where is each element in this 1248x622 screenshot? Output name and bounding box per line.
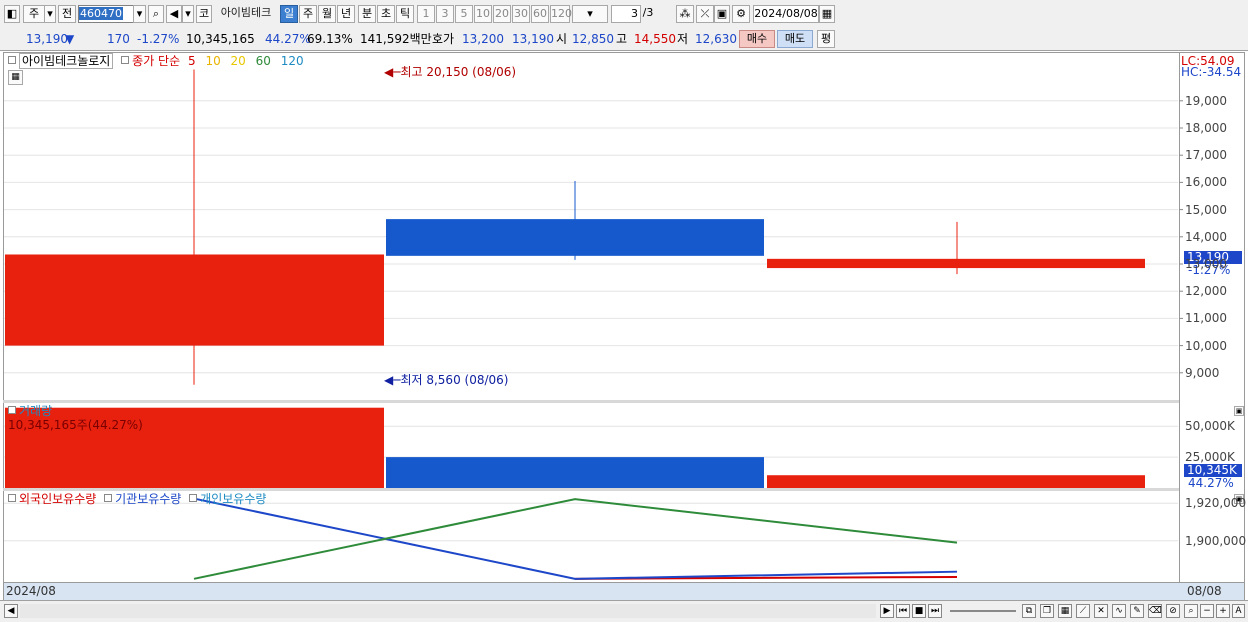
ma-period-20: 20 xyxy=(230,54,246,68)
grid-icon[interactable]: ▦ xyxy=(1058,604,1072,618)
pane-marker-icon[interactable] xyxy=(8,406,16,414)
candle-body xyxy=(5,254,384,346)
volume-value: 10,345,165주(44.27%) xyxy=(8,418,143,432)
candle-body xyxy=(386,219,764,256)
ma-label[interactable]: 종가 단순 xyxy=(132,54,180,68)
zoom-slider[interactable] xyxy=(950,610,1016,612)
scroll-right-icon[interactable]: ▶ xyxy=(880,604,894,618)
pane-marker-icon[interactable] xyxy=(104,494,113,502)
price-tick-label: 9,000 xyxy=(1185,365,1220,380)
price-tick-label: 15,000 xyxy=(1185,202,1227,217)
legend-foreign[interactable]: 외국인보유수량 xyxy=(19,492,96,506)
holdings-tick-label: 1,900,000 xyxy=(1185,533,1247,548)
volume-bar xyxy=(767,475,1145,488)
price-tick-label: 12,000 xyxy=(1185,284,1227,299)
copy-icon[interactable]: ⧉ xyxy=(1022,604,1036,618)
legend-institution[interactable]: 기관보유수량 xyxy=(115,492,181,506)
volume-tick-label: 25,000K xyxy=(1185,450,1235,465)
x-axis-left-label: 2024/08 xyxy=(6,584,56,598)
stop-icon[interactable]: ■ xyxy=(912,604,926,618)
price-tick-label: 16,000 xyxy=(1185,175,1227,190)
trendline-icon[interactable]: ⟋ xyxy=(1076,604,1090,618)
maximize-pane-icon[interactable]: ▣ xyxy=(1234,406,1244,416)
price-tick-label: 17,000 xyxy=(1185,148,1227,163)
holdings-tick-label: 1,920,000 xyxy=(1185,496,1247,511)
scroll-left-icon[interactable]: ◀ xyxy=(4,604,18,618)
price-tick-label: 11,000 xyxy=(1185,311,1227,326)
holdings-pane-legend: 외국인보유수량 기관보유수량 개인보유수량 xyxy=(8,492,266,506)
x-axis-strip xyxy=(4,582,1244,600)
price-tick-label: 14,000 xyxy=(1185,229,1227,244)
arrow-left-icon: ◀─ xyxy=(384,65,401,79)
wave-icon[interactable]: ∿ xyxy=(1112,604,1126,618)
holdings-line xyxy=(193,498,958,580)
pane-marker-icon[interactable] xyxy=(189,494,198,502)
volume-pane-legend: 거래량 xyxy=(8,404,52,418)
cross-icon[interactable]: ✕ xyxy=(1094,604,1108,618)
min-annotation: ◀─최저 8,560 (08/06) xyxy=(384,373,509,387)
ma-period-120: 120 xyxy=(280,54,304,68)
max-annotation: ◀─최고 20,150 (08/06) xyxy=(384,65,517,79)
eraser-icon[interactable]: ⌫ xyxy=(1148,604,1162,618)
hc-value: HC:-34.54 xyxy=(1181,65,1242,79)
first-page-icon[interactable]: ⏮ xyxy=(896,604,910,618)
scroll-bar: ◀ ▶ ⏮ ■ ⏭ ⧉ ❐ ▦ ⟋ ✕ ∿ ✎ ⌫ ⊘ ⌕ − + A xyxy=(0,600,1248,622)
stock-title[interactable]: 아이빔테크놀로지 xyxy=(19,53,114,69)
scroll-track[interactable] xyxy=(20,604,876,618)
ma-period-10: 10 xyxy=(205,54,221,68)
pane-marker-icon[interactable] xyxy=(8,494,16,502)
price-pane-legend: 아이빔테크놀로지 종가 단순 5 10 20 60 120 xyxy=(8,53,304,69)
volume-pct: 44.27% xyxy=(1188,476,1234,490)
ma-period-60: 60 xyxy=(255,54,271,68)
price-tick-label: 18,000 xyxy=(1185,121,1227,135)
volume-bar xyxy=(386,457,764,488)
font-icon[interactable]: A xyxy=(1232,604,1245,618)
paint-icon[interactable]: ⊘ xyxy=(1166,604,1180,618)
zoom-icon[interactable]: ⌕ xyxy=(1184,604,1198,618)
layers-icon[interactable]: ❐ xyxy=(1040,604,1054,618)
ma-period-5: 5 xyxy=(187,54,196,68)
volume-tick-label: 50,000K xyxy=(1185,419,1235,434)
price-tick-label: 13,000 xyxy=(1185,257,1227,271)
candle-body xyxy=(767,258,1145,269)
chart-svg[interactable] xyxy=(0,0,1248,621)
zoom-out-icon[interactable]: − xyxy=(1200,604,1214,618)
arrow-left-icon: ◀─ xyxy=(384,373,401,387)
zoom-in-icon[interactable]: + xyxy=(1216,604,1230,618)
x-axis-right-label: 08/08 xyxy=(1187,584,1222,598)
holdings-line xyxy=(193,497,958,580)
pane-marker-icon[interactable] xyxy=(121,56,130,64)
pane-marker-icon[interactable] xyxy=(8,56,16,64)
pen-icon[interactable]: ✎ xyxy=(1130,604,1144,618)
price-tick-label: 19,000 xyxy=(1185,93,1227,108)
legend-individual[interactable]: 개인보유수량 xyxy=(200,492,266,506)
volume-title[interactable]: 거래량 xyxy=(19,404,52,418)
table-icon[interactable]: ▦ xyxy=(8,70,23,85)
price-tick-label: 10,000 xyxy=(1185,338,1227,353)
last-page-icon[interactable]: ⏭ xyxy=(928,604,942,618)
